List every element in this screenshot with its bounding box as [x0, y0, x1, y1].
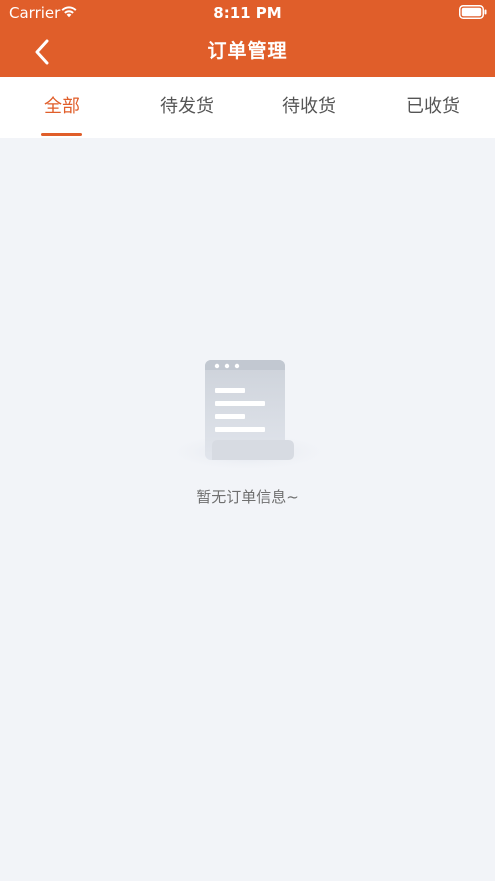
- page-title: 订单管理: [207, 40, 288, 62]
- active-tab-indicator: [41, 133, 82, 136]
- tab-pending-shipment[interactable]: 待发货: [142, 77, 232, 138]
- status-time: 8:11 PM: [213, 4, 282, 22]
- battery-icon: [459, 5, 487, 19]
- top-bar: Carrier 8:11 PM 订单管理: [0, 0, 495, 77]
- status-bar: Carrier 8:11 PM: [0, 0, 495, 26]
- tab-all[interactable]: 全部: [22, 77, 102, 138]
- order-status-tabs: 全部 待发货 待收货 已收货: [0, 77, 495, 138]
- tab-pending-receipt[interactable]: 待收货: [264, 77, 354, 138]
- order-management-screen: Carrier 8:11 PM 订单管理 全部 待发货 待收货 已收货 暂无订单…: [0, 0, 495, 881]
- empty-order-document-icon: [162, 360, 334, 468]
- empty-state: 暂无订单信息~: [0, 340, 495, 520]
- tab-received[interactable]: 已收货: [388, 77, 478, 138]
- empty-state-message: 暂无订单信息~: [196, 488, 299, 506]
- navigation-bar: 订单管理: [0, 26, 495, 77]
